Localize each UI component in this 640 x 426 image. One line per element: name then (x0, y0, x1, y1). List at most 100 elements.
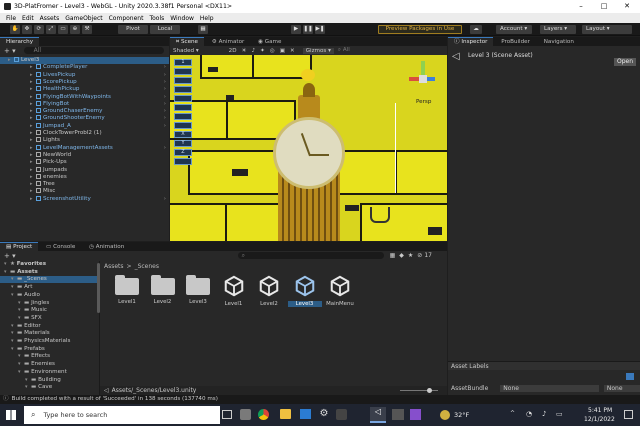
project-tree-folder[interactable]: ▾ ▬ _Scenes (0, 276, 97, 284)
menu-component[interactable]: Component (109, 15, 144, 22)
taskbar-app-icon[interactable] (336, 409, 347, 420)
orientation-gizmo[interactable] (405, 61, 441, 97)
play-button[interactable]: ▶ (291, 25, 301, 34)
volume-icon[interactable]: ♪ (542, 410, 546, 418)
tab-scene[interactable]: ⌗ Scene (170, 37, 204, 46)
scene-overlay-button[interactable]: Z (174, 149, 192, 156)
hidden-objects-icon[interactable]: ◎ (270, 48, 275, 54)
project-search-input[interactable]: ⌕ (237, 252, 384, 259)
asset-folder[interactable]: Level1 (110, 275, 144, 305)
menu-edit[interactable]: Edit (22, 15, 34, 22)
maximize-button[interactable]: □ (593, 1, 615, 12)
hierarchy-item[interactable]: ▸ GroundChaserEnemy › (0, 108, 169, 115)
step-button[interactable]: ▶❚ (315, 25, 325, 34)
open-prefab-chevron-icon[interactable]: › (164, 101, 166, 108)
open-button[interactable]: Open (614, 58, 636, 66)
hierarchy-item[interactable]: ▸ LivesPickup › (0, 71, 169, 79)
asset-variant-dropdown[interactable]: None (603, 385, 640, 392)
open-prefab-chevron-icon[interactable]: › (164, 115, 166, 122)
taskbar-vs-icon[interactable] (410, 409, 421, 420)
gizmos-dropdown[interactable]: Gizmos ▾ (302, 47, 334, 54)
taskbar-unity-icon[interactable]: ◁ (370, 407, 386, 423)
create-asset-button[interactable]: + ▾ (4, 252, 16, 260)
asset-bundle-dropdown[interactable]: None (500, 385, 599, 392)
project-tree-folder[interactable]: ▾ ▬ SFX (0, 315, 97, 322)
open-prefab-chevron-icon[interactable]: › (164, 196, 166, 203)
hierarchy-item[interactable]: ▸ CompletePlayer › (0, 64, 169, 71)
hierarchy-search-input[interactable]: All (23, 47, 164, 54)
windows-start-icon[interactable] (6, 410, 16, 420)
scene-overlay-button[interactable] (174, 95, 192, 102)
local-toggle[interactable]: Local (150, 25, 180, 34)
project-tree-folder[interactable]: ▾ ▬ Environment (0, 369, 97, 376)
transform-tool-button[interactable]: ⊕ (70, 25, 80, 34)
scene-viewport[interactable]: 1 XYZ Persp (170, 55, 447, 241)
layers-dropdown[interactable]: Layers ▾ (540, 25, 576, 34)
tab-probuilder[interactable]: ProBuilder (495, 38, 536, 47)
filter-type-icon[interactable]: ▦ (390, 252, 396, 259)
battery-icon[interactable]: ▭ (556, 410, 563, 418)
asset-scene[interactable]: MainMenu (323, 275, 357, 307)
hierarchy-item[interactable]: ▸ Tree (0, 181, 169, 188)
hierarchy-item[interactable]: ▸ ScorePickup › (0, 78, 169, 86)
scale-tool-button[interactable]: ⤢ (46, 25, 56, 34)
hierarchy-item[interactable]: ▸ LevelManagementAssets › (0, 144, 169, 152)
hierarchy-item[interactable]: ▸ NewWorld (0, 151, 169, 159)
hierarchy-item[interactable]: ▸ GroundShooterEnemy › (0, 115, 169, 122)
hidden-packages-icon[interactable]: ⊘ (417, 252, 422, 259)
icon-size-slider-thumb[interactable] (427, 388, 432, 393)
icon-size-slider[interactable] (400, 390, 438, 391)
grid-snap-button[interactable]: ▦ (198, 25, 208, 34)
taskbar-files-icon[interactable] (240, 409, 251, 420)
scene-overlay-button[interactable] (174, 104, 192, 111)
open-prefab-chevron-icon[interactable]: › (164, 72, 166, 79)
asset-scene[interactable]: Level1 (217, 275, 251, 307)
asset-folder[interactable]: Level2 (146, 275, 180, 305)
scene-overlay-button[interactable] (174, 77, 192, 84)
asset-scene[interactable]: Level2 (252, 275, 286, 307)
taskbar-onedrive-icon[interactable] (392, 409, 404, 420)
weather-temperature[interactable]: 32°F (454, 411, 469, 419)
pivot-toggle[interactable]: Pivot (118, 25, 148, 34)
scene-overlay-button[interactable]: X (174, 131, 192, 138)
project-tree-folder[interactable]: ▾ ▬ Materials (0, 330, 97, 337)
status-message[interactable]: Build completed with a result of 'Succee… (12, 395, 218, 404)
open-prefab-chevron-icon[interactable]: › (164, 123, 166, 130)
hierarchy-item[interactable]: ▸ Lights (0, 137, 169, 144)
tool-settings-icon[interactable]: ✕ (290, 48, 295, 54)
layout-dropdown[interactable]: Layout ▾ (582, 25, 632, 34)
open-prefab-chevron-icon[interactable]: › (164, 145, 166, 152)
network-icon[interactable]: ◔ (526, 410, 532, 418)
shading-mode-dropdown[interactable]: Shaded ▾ (173, 48, 199, 54)
asset-labels-tag-icon[interactable] (626, 373, 634, 380)
collab-cloud-button[interactable]: ☁ (470, 25, 482, 34)
hierarchy-item[interactable]: ▸ ClockTowerProbl2 (1) (0, 130, 169, 137)
scene-overlay-button[interactable] (174, 86, 192, 93)
scene-camera-icon[interactable]: ▣ (280, 48, 285, 54)
taskbar-time[interactable]: 5:41 PM (588, 407, 612, 414)
project-tree-folder[interactable]: ▾ ▬ Music (0, 307, 97, 314)
menu-file[interactable]: File (6, 15, 16, 22)
project-scrollbar[interactable] (97, 263, 100, 313)
open-prefab-chevron-icon[interactable]: › (164, 108, 166, 115)
add-object-button[interactable]: + ▾ (4, 47, 16, 55)
rotate-tool-button[interactable]: ⟳ (34, 25, 44, 34)
rect-tool-button[interactable]: ▭ (58, 25, 68, 34)
hierarchy-item[interactable]: ▸ Pick-Ups (0, 159, 169, 166)
menu-tools[interactable]: Tools (149, 15, 164, 22)
notifications-icon[interactable] (624, 410, 633, 419)
taskbar-search-box[interactable]: ⌕ Type here to search (24, 406, 220, 424)
asset-scene[interactable]: Level3 (287, 275, 322, 307)
custom-tool-button[interactable]: ⚒ (82, 25, 92, 34)
hierarchy-scene-root[interactable]: ▸ Level3 (0, 57, 169, 64)
project-tree-folder[interactable]: ▾ ▬ Audio (0, 292, 97, 299)
project-tree-folder[interactable]: ▾ ▬ PhysicsMaterials (0, 338, 97, 345)
minimize-button[interactable]: – (570, 1, 592, 12)
scene-overlay-button[interactable]: 1 (174, 59, 192, 66)
tab-hierarchy[interactable]: Hierarchy (0, 37, 40, 46)
preview-packages-button[interactable]: Preview Packages in Use (378, 25, 462, 34)
tab-navigation[interactable]: Navigation (538, 38, 580, 47)
pause-button[interactable]: ❚❚ (303, 25, 313, 34)
audio-toggle-icon[interactable]: ♪ (252, 48, 256, 54)
menu-gameobject[interactable]: GameObject (65, 15, 102, 22)
